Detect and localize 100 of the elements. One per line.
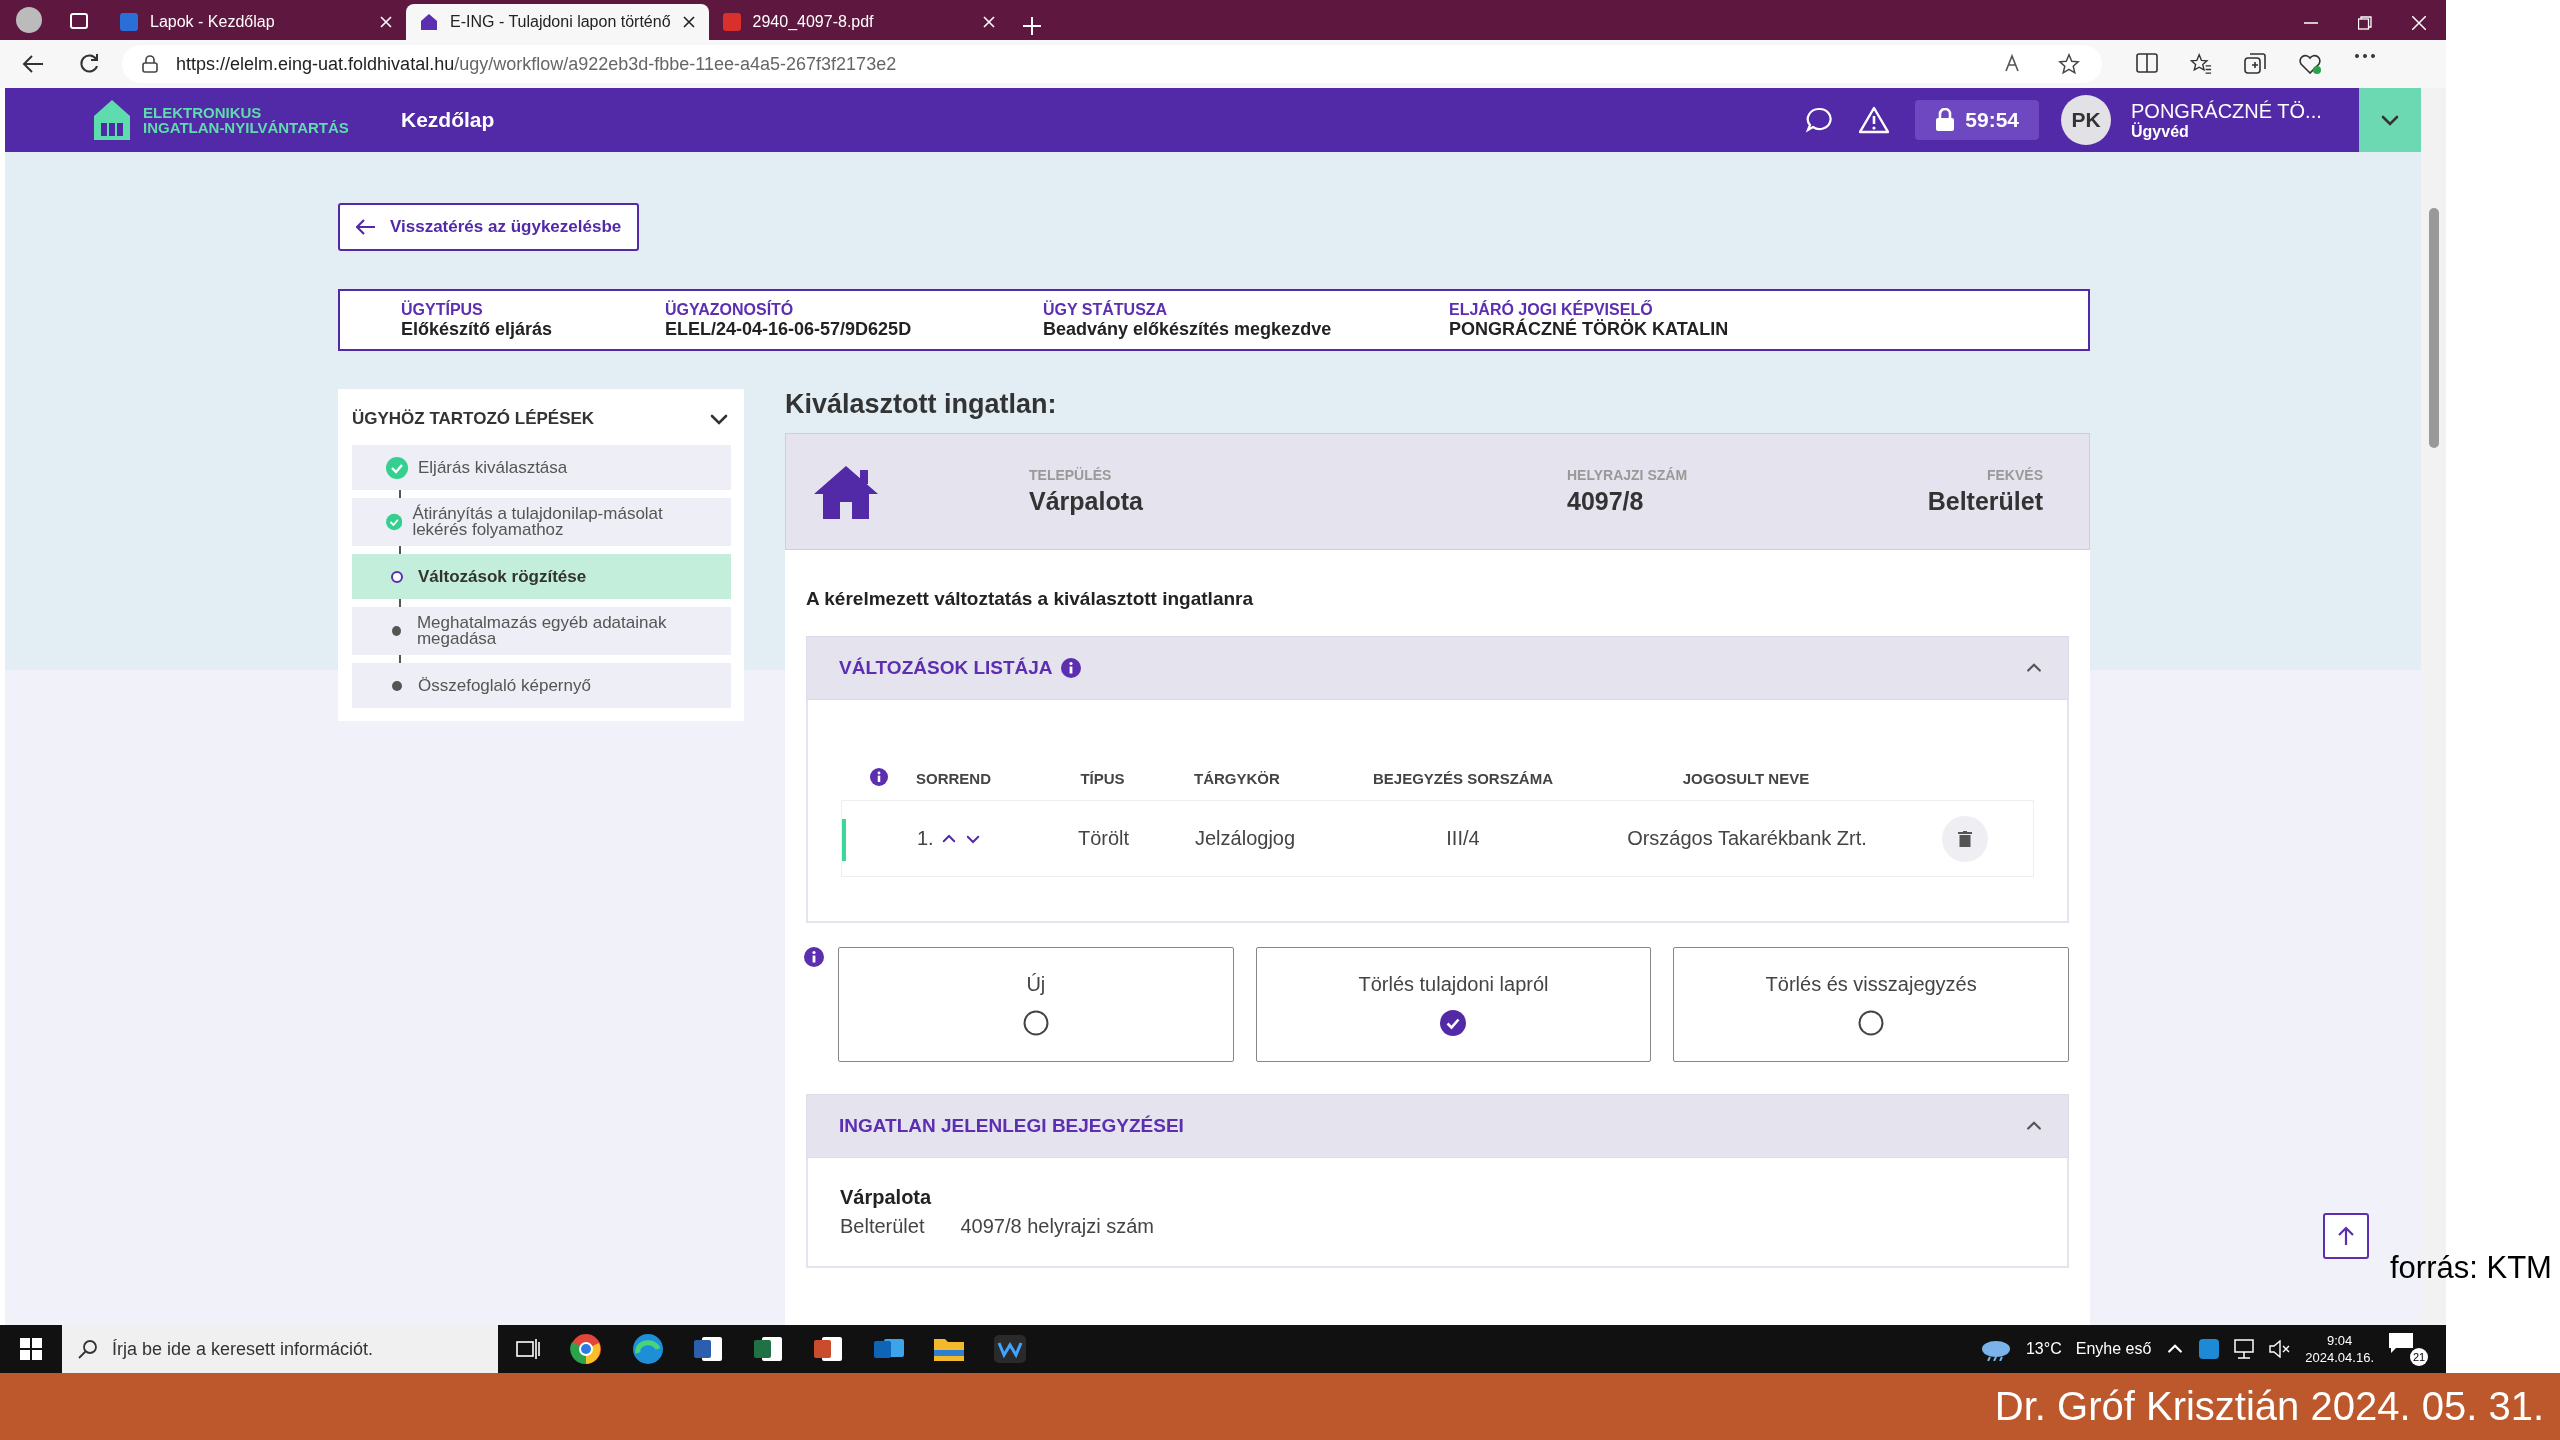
case-field-value: Beadvány előkészítés megkezdve	[1043, 318, 1333, 340]
property-field-value: Belterület	[1926, 487, 2043, 516]
restore-icon[interactable]	[2358, 16, 2372, 30]
pdf-file-icon	[722, 13, 741, 31]
network-icon[interactable]	[2233, 1339, 2256, 1359]
back-button[interactable]: Visszatérés az ügykezelésbe	[338, 203, 640, 251]
entry-place: Várpalota	[840, 1186, 933, 1209]
user-avatar[interactable]: PK	[2061, 95, 2111, 145]
folder-icon[interactable]	[934, 1336, 964, 1362]
search-icon	[78, 1339, 98, 1359]
section-header[interactable]: INGATLAN JELENLEGI BEJEGYZÉSEI	[806, 1094, 2069, 1158]
option-card[interactable]: Új	[838, 947, 1234, 1062]
windows-icon[interactable]	[20, 1338, 42, 1360]
case-field-value: Előkészítő eljárás	[401, 318, 554, 340]
house-icon	[812, 463, 880, 520]
task-view-icon[interactable]	[516, 1338, 540, 1360]
browser-tab[interactable]: 2940_4097-8.pdf	[708, 4, 1009, 40]
temperature[interactable]: 13°C	[2025, 1340, 2062, 1358]
circle-logo-icon[interactable]	[570, 1333, 602, 1365]
entry-parcel: 4097/8 helyrajzi szám	[960, 1215, 1154, 1238]
search-field[interactable]: Írja be ide a keresett információt.	[62, 1325, 498, 1373]
table-cell: 1.	[917, 827, 934, 850]
lock-icon	[1935, 108, 1956, 132]
house-icon	[420, 13, 438, 31]
scroll-to-top-button[interactable]	[2323, 1213, 2369, 1259]
user-name[interactable]: PONGRÁCZNÉ TÖ...	[2131, 99, 2359, 123]
property-field-label: TELEPÜLÉS	[1029, 467, 1113, 483]
tray-app-icon[interactable]	[2199, 1339, 2220, 1359]
document-icon[interactable]	[694, 1335, 724, 1363]
radio-icon[interactable]	[1022, 1010, 1049, 1036]
favorites-icon[interactable]	[2190, 53, 2212, 75]
info-icon	[869, 767, 888, 786]
workspaces-icon[interactable]	[70, 13, 88, 29]
notifications-button[interactable]: 21	[2388, 1332, 2428, 1366]
lock-icon[interactable]	[142, 55, 158, 73]
weather-text[interactable]: Enyhe eső	[2075, 1340, 2152, 1358]
section-title: INGATLAN JELENLEGI BEJEGYZÉSEI	[839, 1115, 1184, 1137]
column-header: TÍPUS	[1079, 769, 1126, 787]
browser-tab[interactable]: Lapok - Kezdőlap	[106, 4, 406, 40]
option-label: Törlés és visszajegyzés	[1765, 973, 1977, 996]
reload-icon[interactable]	[78, 53, 100, 75]
profile-icon[interactable]	[16, 7, 42, 33]
table-cell-text: Jelzálogjog	[1194, 827, 1297, 850]
table-cell-text: Országos Takarékbank Zrt.	[1626, 827, 1868, 850]
collections-icon[interactable]	[2244, 53, 2266, 75]
property-title: Kiválasztott ingatlan:	[785, 389, 1058, 421]
step-dot-icon	[392, 626, 401, 636]
radio-checked-icon[interactable]	[1440, 1010, 1467, 1036]
steps-title: ÜGYHÖZ TARTOZÓ LÉPÉSEK	[352, 409, 595, 429]
more-icon[interactable]	[2354, 53, 2376, 59]
warning-icon[interactable]	[1859, 106, 1890, 134]
presentation-icon[interactable]	[814, 1335, 844, 1363]
table-cell-text: III/4	[1445, 827, 1481, 850]
back-arrow-icon[interactable]	[22, 54, 44, 74]
step-item[interactable]: Változások rögzítése	[352, 554, 731, 599]
step-item[interactable]: Összefoglaló képernyő	[352, 663, 731, 708]
slide-footer: Dr. Gróf Krisztián 2024. 05. 31.	[1994, 1384, 2544, 1429]
property-field-label: FEKVÉS	[1986, 467, 2043, 483]
meeting-app-icon[interactable]	[994, 1335, 1026, 1363]
property-field-value: Várpalota	[1029, 487, 1144, 516]
new-tab-icon[interactable]	[1022, 17, 1041, 35]
chat-icon[interactable]	[1805, 106, 1834, 134]
delete-button[interactable]	[1942, 815, 1988, 862]
house-logo-icon[interactable]	[93, 99, 131, 141]
option-card[interactable]: Törlés és visszajegyzés	[1673, 947, 2069, 1062]
case-field-value: PONGRÁCZNÉ TÖRÖK KATALIN	[1449, 318, 1730, 340]
left-arrow-icon	[356, 219, 376, 235]
column-header: BEJEGYZÉS SORSZÁMA	[1373, 769, 1551, 787]
case-field-label: ÜGYTÍPUS	[401, 300, 484, 319]
spreadsheet-icon[interactable]	[754, 1335, 784, 1363]
clock[interactable]: 9:04 2024.04.16.	[2305, 1332, 2374, 1366]
entry-area: Belterület	[840, 1215, 925, 1238]
split-screen-icon[interactable]	[2136, 53, 2158, 73]
case-field-label: ELJÁRÓ JOGI KÉPVISELŐ	[1449, 300, 1654, 318]
logo-text: ELEKTRONIKUS INGATLAN-NYILVÁNTARTÁS	[143, 105, 349, 135]
source-note: forrás: KTM	[2390, 1250, 2552, 1286]
message-icon	[2388, 1332, 2414, 1354]
user-role: Ügyvéd	[2131, 122, 2190, 141]
up-arrow-icon	[2338, 1226, 2354, 1246]
heart-pulse-icon[interactable]	[2298, 53, 2322, 75]
radio-icon[interactable]	[1858, 1010, 1885, 1036]
option-label: Új	[1026, 973, 1046, 996]
property-field-value: 4097/8	[1567, 487, 1645, 516]
step-item[interactable]: Eljárás kiválasztása	[352, 445, 731, 490]
step-item[interactable]: Átirányítás a tulajdonilap-másolat lekérés folyamathoz	[352, 498, 731, 546]
case-field-label: ÜGY STÁTUSZA	[1043, 300, 1169, 319]
site-icon	[120, 13, 138, 31]
check-circle-icon	[386, 511, 403, 533]
star-icon[interactable]	[2058, 53, 2080, 75]
close-icon[interactable]	[682, 16, 695, 28]
swirl-logo-icon[interactable]	[632, 1333, 664, 1365]
step-ring-icon	[391, 570, 403, 583]
case-field-value: ELEL/24-04-16-06-57/9D625D	[665, 318, 913, 340]
step-item[interactable]: Meghatalmazás egyéb adatainak megadása	[352, 607, 731, 655]
muted-speaker-icon[interactable]	[2269, 1340, 2292, 1358]
page-title[interactable]: Kezdőlap	[401, 108, 495, 132]
browser-tab[interactable]: E-ING - Tulajdoni lapon történő	[406, 4, 709, 40]
section-title: VÁLTOZÁSOK LISTÁJA	[839, 657, 1053, 679]
option-card[interactable]: Törlés tulajdoni lapról	[1255, 947, 1652, 1062]
section-header[interactable]: VÁLTOZÁSOK LISTÁJA	[806, 636, 2069, 700]
